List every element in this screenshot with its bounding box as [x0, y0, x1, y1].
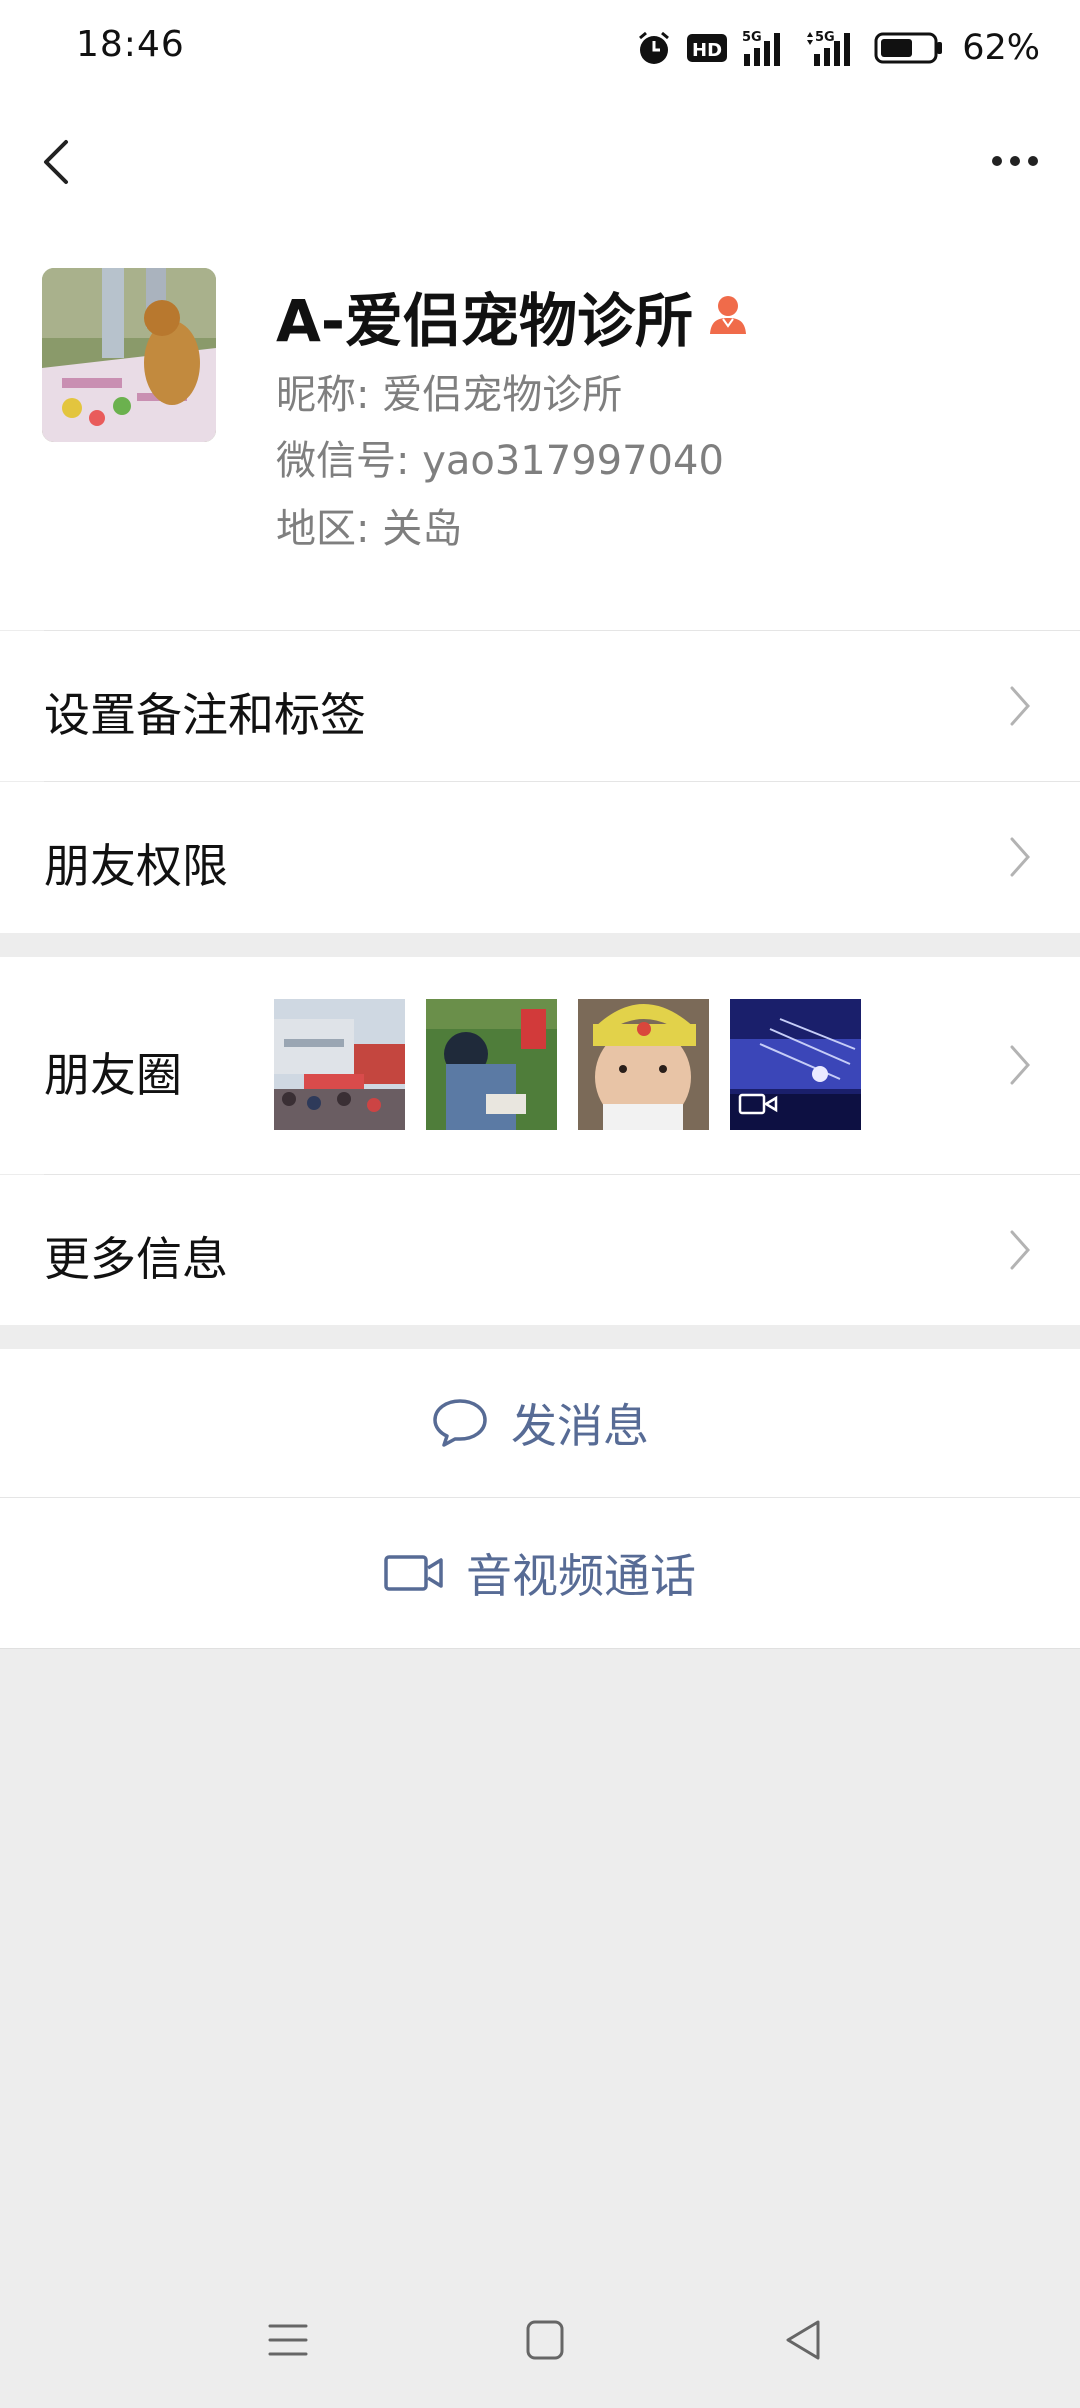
- contact-profile-screen: 18:46 HD 5G 5G 62% A-爱侣宠物诊所 昵称: 爱侣宠物诊所 微…: [0, 0, 1080, 2408]
- status-bar: 18:46 HD 5G 5G 62%: [0, 0, 1080, 96]
- moments-row[interactable]: 朋友圈: [0, 957, 1080, 1174]
- moments-thumb-event: [274, 999, 405, 1130]
- triangle-back-icon: [786, 2320, 820, 2360]
- home-square-icon: [526, 2320, 564, 2360]
- signal-5g-icon-2: 5G: [804, 28, 860, 68]
- send-message-button[interactable]: 发消息: [0, 1349, 1080, 1497]
- send-message-label: 发消息: [511, 1399, 649, 1453]
- moments-thumbnails: [274, 999, 861, 1130]
- status-icons: HD 5G 5G 62%: [636, 22, 1040, 74]
- chevron-right-icon: [1010, 837, 1031, 877]
- chevron-right-icon: [1010, 686, 1031, 726]
- system-nav-bar: [0, 2290, 1080, 2390]
- remark-tags-label: 设置备注和标签: [44, 688, 366, 742]
- home-button[interactable]: [515, 2310, 575, 2370]
- moments-thumb-child: [426, 999, 557, 1130]
- battery-icon: [874, 30, 944, 66]
- more-options-button[interactable]: [970, 126, 1060, 196]
- chevron-right-icon: [1010, 1045, 1031, 1085]
- video-camera-icon: [384, 1555, 443, 1591]
- top-nav-bar: [0, 96, 1080, 226]
- system-back-button[interactable]: [774, 2310, 834, 2370]
- nickname: 昵称: 爱侣宠物诊所: [276, 372, 623, 418]
- section-gap: [0, 1325, 1080, 1349]
- alarm-icon: [636, 30, 672, 66]
- moments-thumb-baby: [578, 999, 709, 1130]
- profile-header: A-爱侣宠物诊所 昵称: 爱侣宠物诊所 微信号: yao317997040 地区…: [0, 226, 1080, 630]
- divider: [0, 1648, 1080, 1649]
- more-info-row[interactable]: 更多信息: [0, 1175, 1080, 1325]
- display-name: A-爱侣宠物诊所: [276, 287, 693, 355]
- wechat-id: 微信号: yao317997040: [276, 438, 724, 484]
- friend-permissions-label: 朋友权限: [44, 839, 228, 893]
- hd-icon: HD: [686, 32, 728, 64]
- signal-5g-icon: 5G: [742, 28, 790, 68]
- region: 地区: 关岛: [276, 506, 463, 552]
- battery-percent: 62%: [962, 28, 1040, 68]
- avatar[interactable]: [42, 268, 216, 442]
- more-info-label: 更多信息: [44, 1232, 228, 1286]
- menu-lines-icon: [268, 2324, 308, 2356]
- status-time: 18:46: [76, 24, 185, 65]
- remark-tags-row[interactable]: 设置备注和标签: [0, 631, 1080, 781]
- profile-name-row: A-爱侣宠物诊所: [276, 274, 749, 358]
- recent-apps-button[interactable]: [258, 2310, 318, 2370]
- svg-text:HD: HD: [692, 40, 722, 61]
- chevron-right-icon: [1010, 1230, 1031, 1270]
- moments-thumb-concert: [730, 999, 861, 1130]
- svg-text:5G: 5G: [742, 30, 762, 45]
- friend-permissions-row[interactable]: 朋友权限: [0, 782, 1080, 933]
- more-dots-icon: [992, 156, 1038, 166]
- av-call-button[interactable]: 音视频通话: [0, 1498, 1080, 1648]
- section-gap: [0, 933, 1080, 957]
- chat-bubble-icon: [433, 1399, 487, 1447]
- moments-label: 朋友圈: [44, 1048, 182, 1102]
- svg-text:5G: 5G: [815, 30, 835, 45]
- chevron-left-icon: [44, 140, 68, 184]
- av-call-label: 音视频通话: [466, 1549, 696, 1603]
- back-button[interactable]: [28, 126, 98, 196]
- person-icon: [707, 292, 749, 340]
